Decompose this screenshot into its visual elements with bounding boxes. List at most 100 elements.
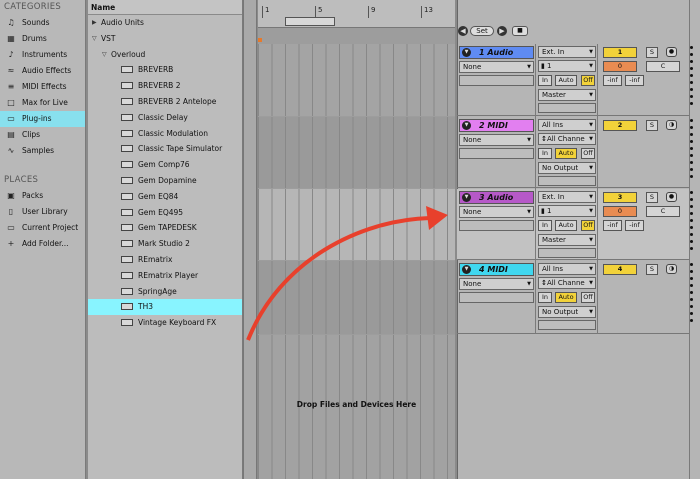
category-drums[interactable]: ▦ Drums [0, 31, 85, 47]
input-channel-select[interactable]: ▮ 1 [538, 205, 596, 217]
input-type-select[interactable]: Ext. In [538, 46, 596, 58]
monitor-auto-button[interactable]: Auto [555, 292, 577, 303]
input-type-select[interactable]: Ext. In [538, 191, 596, 203]
collapse-triangle-icon[interactable]: ▽ [102, 47, 107, 63]
browser-plugin-item[interactable]: Mark Studio 2 [88, 236, 242, 252]
category-midi-effects[interactable]: ≡ MIDI Effects [0, 79, 85, 95]
solo-button[interactable]: S [646, 120, 658, 131]
track-1[interactable]: ▼1 Audio None Ext. In ▮1 InAuto Off Master 1S ● 0… [457, 44, 693, 116]
track-number-activator[interactable]: 3 [603, 192, 637, 203]
browser-plugin-item[interactable]: Classic Tape Simulator [88, 141, 242, 157]
fold-toggle-icon[interactable]: ▼ [462, 265, 471, 274]
browser-plugin-item[interactable]: Gem Dopamine [88, 173, 242, 189]
input-type-select[interactable]: All Ins [538, 263, 596, 275]
track-4[interactable]: ▼ 4 MIDI None All Ins ↕All Channe InAuto Off No… [457, 261, 693, 334]
pan-field[interactable]: C [646, 61, 680, 72]
category-instruments[interactable]: ♪ Instruments [0, 47, 85, 63]
output-select[interactable]: No Output [538, 306, 596, 318]
arm-record-icon[interactable]: ● [666, 192, 677, 202]
arrow-left-icon[interactable]: ◀ [458, 26, 468, 36]
start-marker-icon[interactable] [258, 38, 262, 42]
monitor-auto-button[interactable]: Auto [555, 148, 577, 159]
input-channel-select[interactable]: ▮ 1 [538, 60, 596, 72]
track-title-bar[interactable]: ▼ 3 Audio [459, 191, 534, 204]
monitor-off-button[interactable]: Off [581, 148, 595, 159]
solo-button[interactable]: S [646, 192, 658, 203]
category-max-for-live[interactable]: □ Max for Live [0, 95, 85, 111]
track-number-activator[interactable]: 1 [603, 47, 637, 58]
track-title-bar[interactable]: ▼ 1 Audio [459, 46, 534, 59]
category-samples[interactable]: ∿ Samples [0, 143, 85, 159]
track-title-bar[interactable]: ▼ 4 MIDI [459, 263, 534, 276]
monitor-auto-button[interactable]: Auto [555, 75, 577, 86]
drop-area[interactable]: Drop Files and Devices Here [258, 335, 455, 479]
midi-arm-icon[interactable]: ◑ [666, 120, 677, 130]
clip-slot-select[interactable]: None [459, 61, 534, 73]
clip-slot-select[interactable]: None [459, 206, 534, 218]
monitor-in-button[interactable]: In [538, 220, 552, 231]
clip-slot-select[interactable]: None [459, 278, 534, 290]
solo-button[interactable]: S [646, 47, 658, 58]
browser-plugin-item[interactable]: REmatrix [88, 252, 242, 268]
input-type-select[interactable]: All Ins [538, 119, 596, 131]
browser-folder-overloud[interactable]: ▽ Overloud [88, 47, 242, 63]
arrangement-lane-1[interactable] [258, 44, 455, 116]
browser-plugin-item[interactable]: BREVERB 2 Antelope [88, 94, 242, 110]
browser-folder-audio-units[interactable]: ▶ Audio Units [88, 15, 242, 31]
midi-arm-icon[interactable]: ◑ [666, 264, 677, 274]
browser-plugin-item[interactable]: Classic Modulation [88, 126, 242, 142]
loop-brace[interactable] [285, 17, 335, 26]
place-add-folder-[interactable]: + Add Folder... [0, 236, 85, 252]
browser-plugin-item[interactable]: BREVERB [88, 62, 242, 78]
browser-plugin-item[interactable]: SpringAge [88, 284, 242, 300]
input-channel-select[interactable]: ↕ All Channe [538, 133, 596, 145]
monitor-off-button[interactable]: Off [581, 75, 595, 86]
locator-icon[interactable]: ■ [512, 26, 528, 36]
place-current-project[interactable]: ▭ Current Project [0, 220, 85, 236]
monitor-off-button[interactable]: Off [581, 292, 595, 303]
monitor-in-button[interactable]: In [538, 75, 552, 86]
volume-field[interactable]: 0 [603, 61, 637, 72]
fold-toggle-icon[interactable]: ▼ [462, 121, 471, 130]
collapse-triangle-icon[interactable]: ▽ [92, 31, 97, 47]
volume-field[interactable]: 0 [603, 206, 637, 217]
fold-toggle-icon[interactable]: ▼ [462, 193, 471, 202]
output-select[interactable]: Master [538, 89, 596, 101]
track-3[interactable]: ▼ 3 Audio None Ext. In ▮1 InAuto Off Master 3S ● 0… [457, 189, 693, 260]
browser-plugin-item[interactable]: Gem EQ84 [88, 189, 242, 205]
monitor-off-button[interactable]: Off [581, 220, 595, 231]
category-clips[interactable]: ▤ Clips [0, 127, 85, 143]
input-channel-select[interactable]: ↕ All Channe [538, 277, 596, 289]
set-button[interactable]: Set [470, 26, 494, 36]
browser-plugin-item[interactable]: TH3 [88, 299, 242, 316]
monitor-in-button[interactable]: In [538, 148, 552, 159]
category-plug-ins[interactable]: ▭ Plug-ins [0, 111, 85, 127]
arrangement-lane-2[interactable] [258, 117, 455, 188]
browser-plugin-item[interactable]: REmatrix Player [88, 268, 242, 284]
track-2[interactable]: ▼ 2 MIDI None All Ins ↕All Channe InAuto Off No… [457, 117, 693, 188]
output-select[interactable]: No Output [538, 162, 596, 174]
browser-plugin-item[interactable]: Gem Comp76 [88, 157, 242, 173]
clip-slot-select[interactable]: None [459, 134, 534, 146]
place-user-library[interactable]: ▯ User Library [0, 204, 85, 220]
monitor-auto-button[interactable]: Auto [555, 220, 577, 231]
arrow-right-icon[interactable]: ▶ [497, 26, 507, 36]
browser-plugin-item[interactable]: BREVERB 2 [88, 78, 242, 94]
browser-plugin-item[interactable]: Classic Delay [88, 110, 242, 126]
track-title-bar[interactable]: ▼ 2 MIDI [459, 119, 534, 132]
browser-column-header[interactable]: Name [88, 0, 242, 15]
track-number-activator[interactable]: 2 [603, 120, 637, 131]
place-packs[interactable]: ▣ Packs [0, 188, 85, 204]
track-number-activator[interactable]: 4 [603, 264, 637, 275]
monitor-in-button[interactable]: In [538, 292, 552, 303]
arm-record-icon[interactable]: ● [666, 47, 677, 57]
solo-button[interactable]: S [646, 264, 658, 275]
browser-folder-vst[interactable]: ▽ VST [88, 31, 242, 47]
browser-plugin-item[interactable]: Gem EQ495 [88, 205, 242, 221]
category-sounds[interactable]: ♫ Sounds [0, 15, 85, 31]
pan-field[interactable]: C [646, 206, 680, 217]
fold-toggle-icon[interactable]: ▼ [462, 48, 471, 57]
output-select[interactable]: Master [538, 234, 596, 246]
expand-triangle-icon[interactable]: ▶ [92, 15, 97, 31]
browser-plugin-item[interactable]: Gem TAPEDESK [88, 220, 242, 236]
